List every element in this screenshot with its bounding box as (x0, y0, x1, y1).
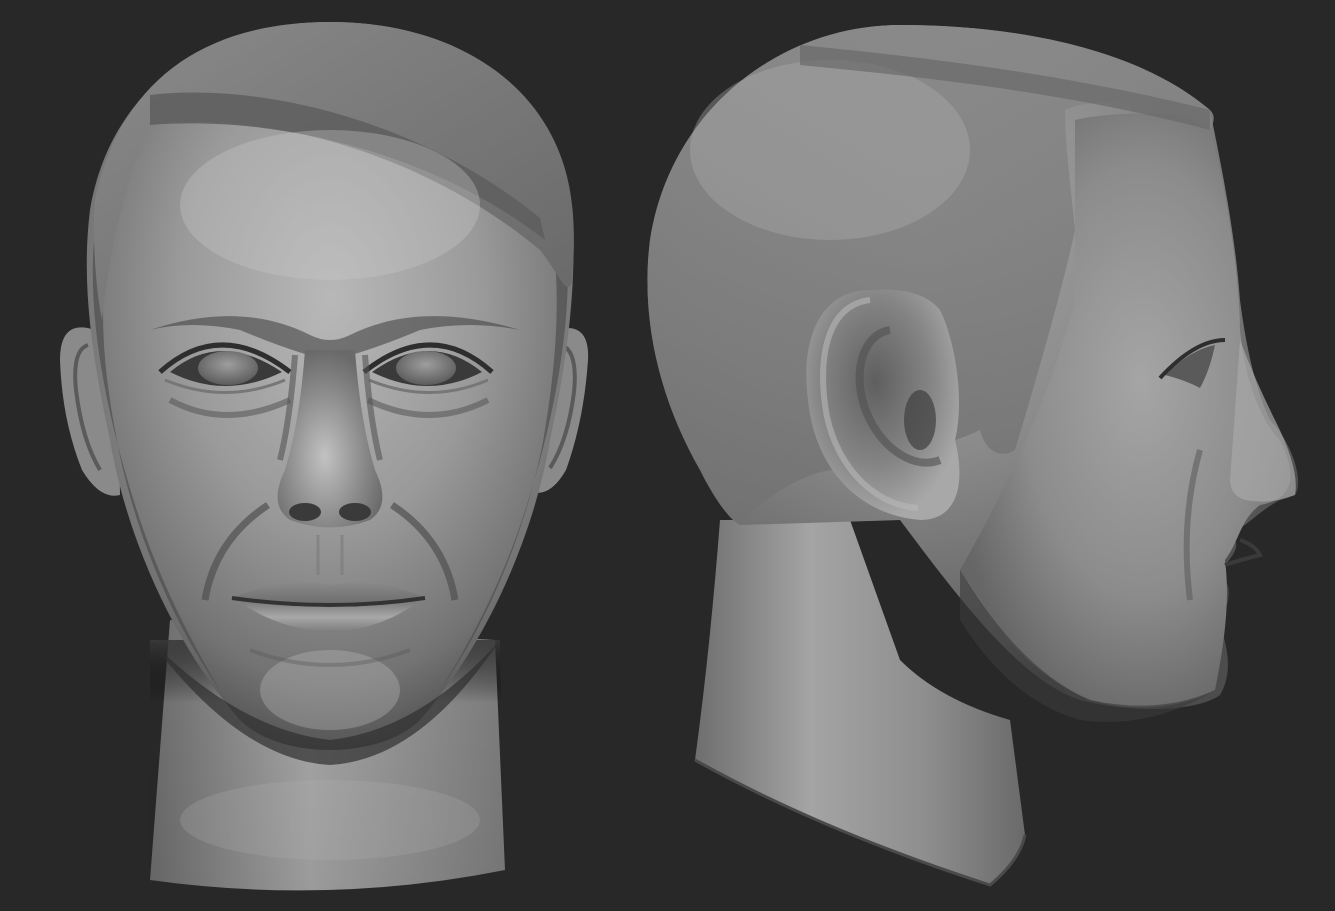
sculpt-viewport (0, 0, 1335, 911)
scene-canvas (0, 0, 1335, 911)
